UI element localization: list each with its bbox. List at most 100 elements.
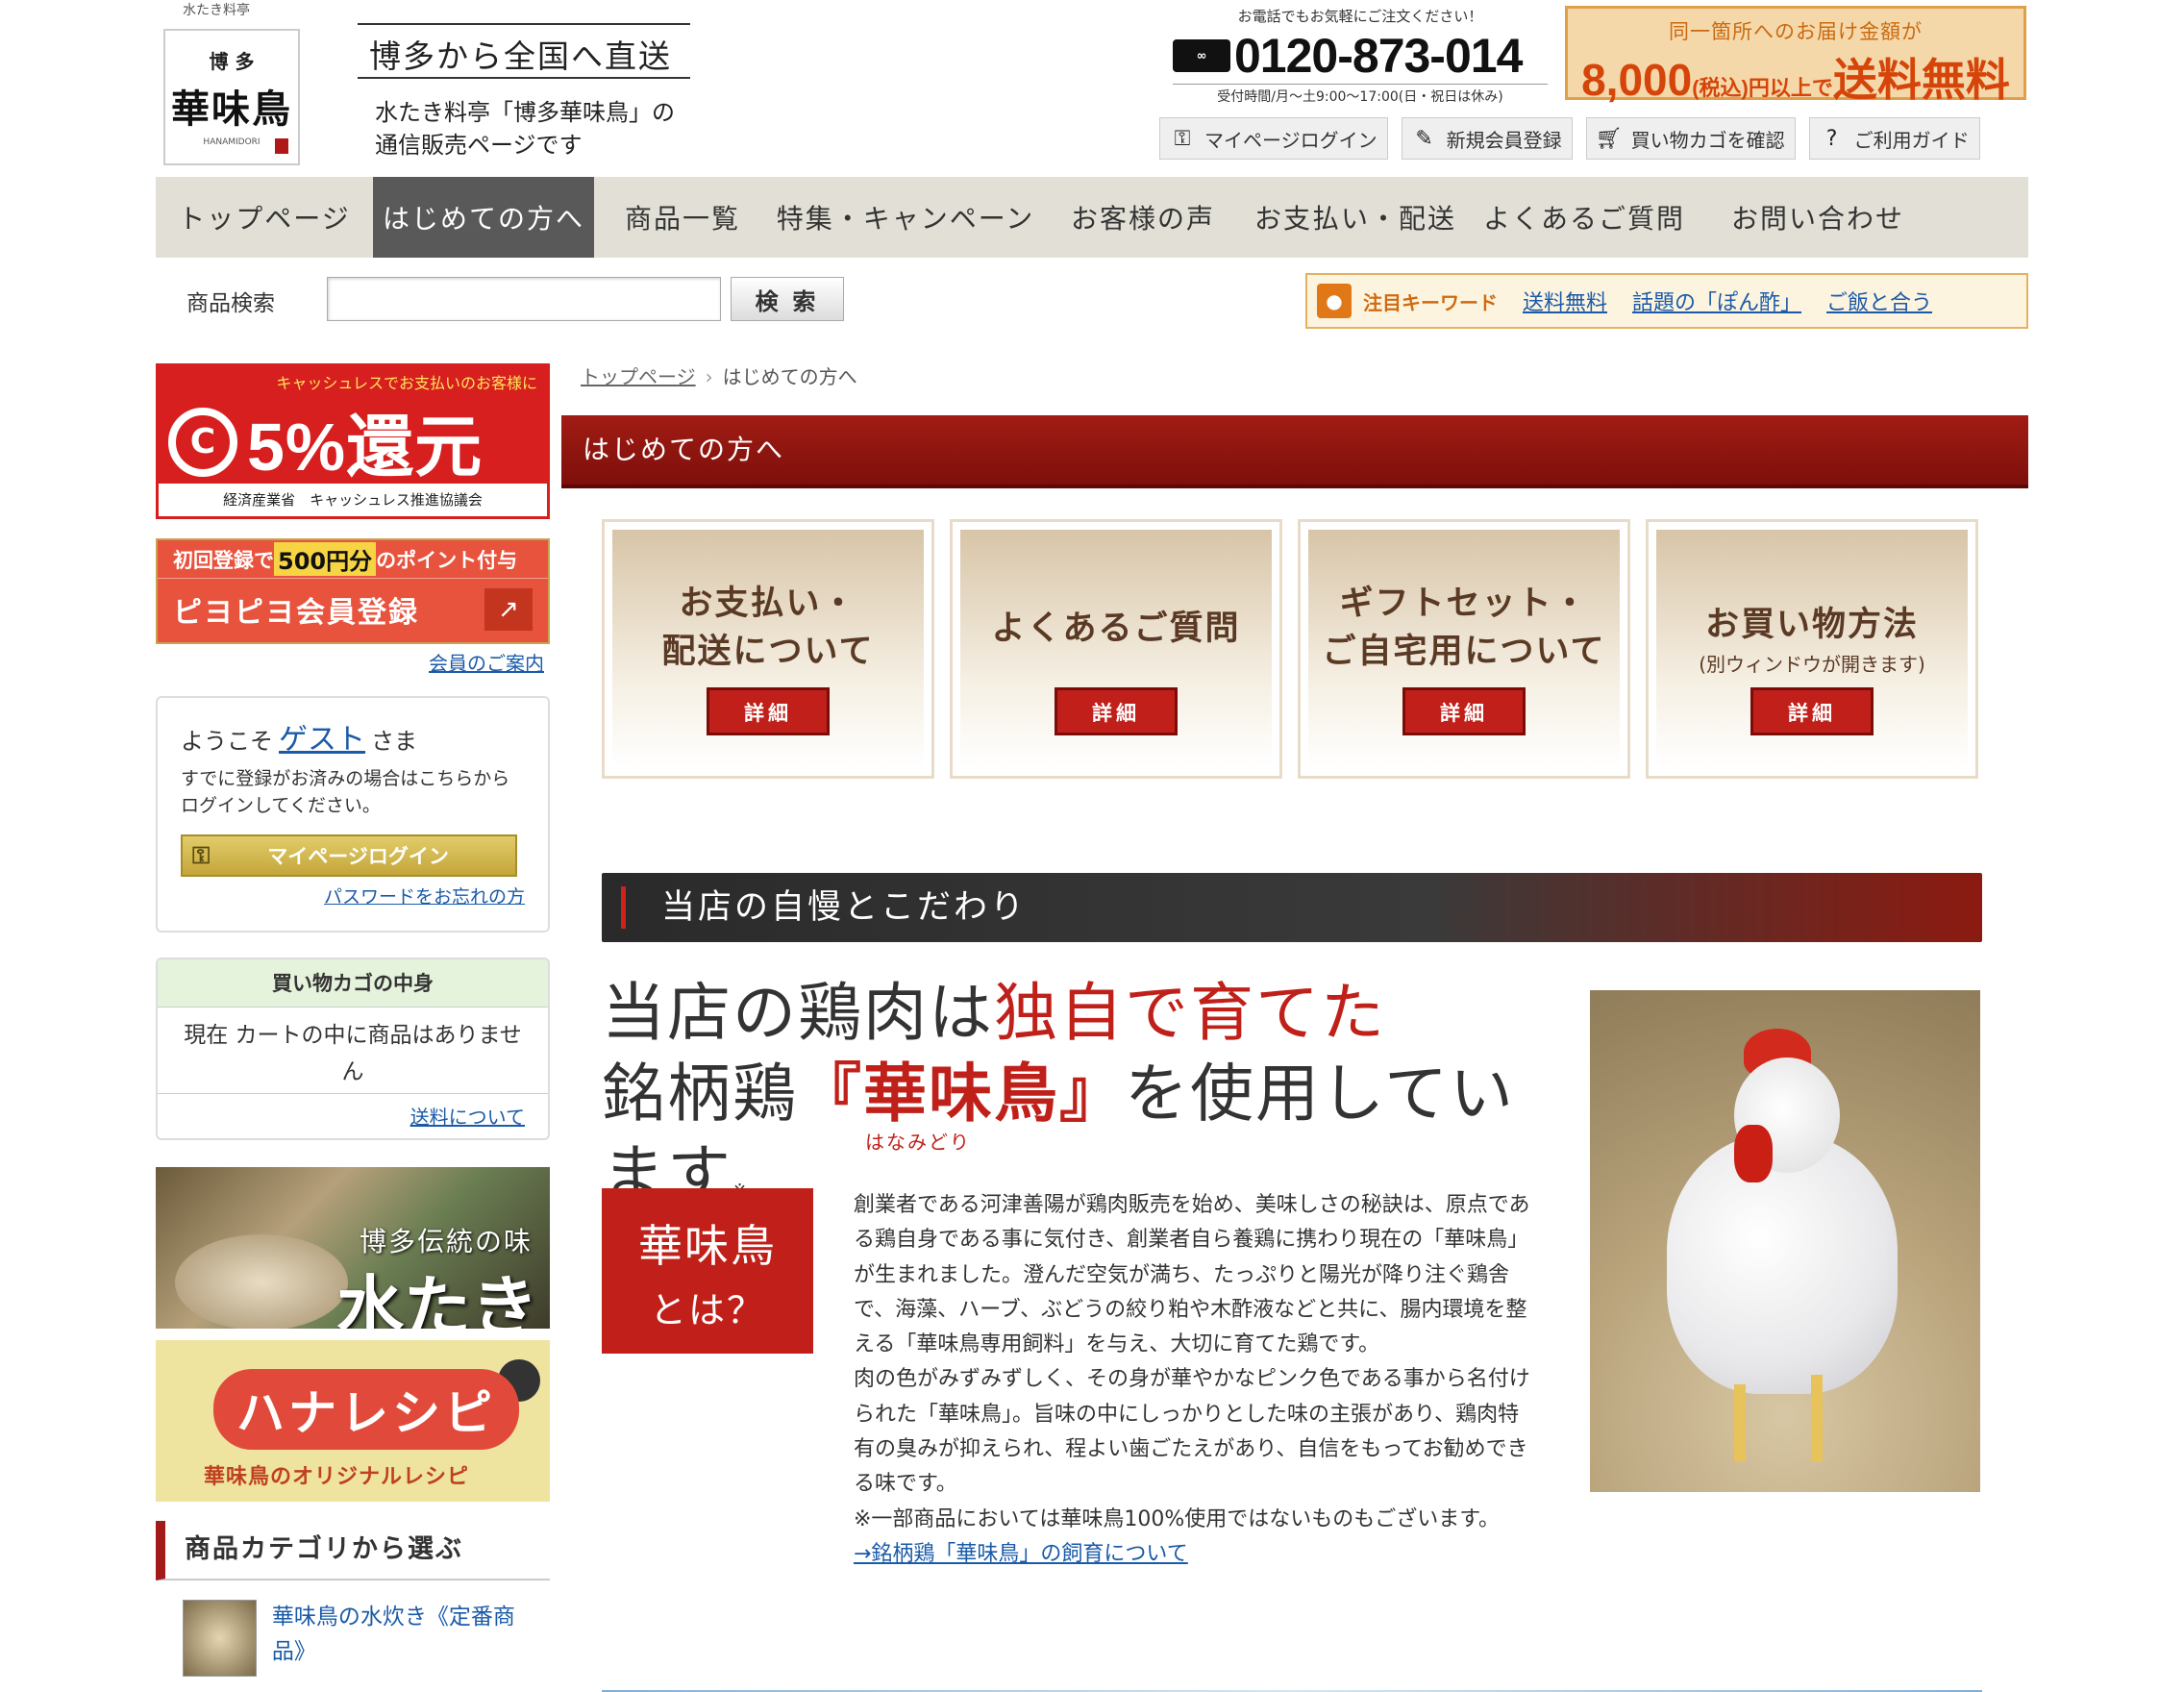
phone-block: お電話でもお気軽にご注文ください！ ∞ 0120-873-014 受付時間/月〜… bbox=[1173, 6, 1548, 105]
mizutaki-banner[interactable]: 博多伝統の味 水たき bbox=[156, 1167, 550, 1329]
recipe-banner[interactable]: ハナレシピ 華味鳥のオリジナルレシピ bbox=[156, 1340, 550, 1502]
category-item[interactable]: 華味鳥の水炊き《定番商品》 bbox=[183, 1600, 548, 1677]
intro-paragraph-2: 肉の色がみずみずしく、その身が華やかなピンク色である事から名付けられた「華味鳥」… bbox=[854, 1367, 1530, 1497]
nav-top[interactable]: トップページ bbox=[156, 177, 373, 258]
nav-first-time[interactable]: はじめての方へ bbox=[373, 177, 594, 258]
keyword-link-free-shipping[interactable]: 送料無料 bbox=[1523, 286, 1607, 316]
mypage-login-button[interactable]: ⚿ マイページログイン bbox=[181, 834, 517, 877]
search-button[interactable]: 検 索 bbox=[731, 277, 844, 321]
card-title-line1: お支払い・ bbox=[679, 585, 857, 623]
keyword-box: ● 注目キーワード 送料無料 話題の「ぽん酢」 ご飯と合う bbox=[1305, 273, 2028, 329]
detail-button[interactable]: 詳細 bbox=[1750, 687, 1874, 735]
card-title-line2: ご自宅用について bbox=[1322, 633, 1606, 671]
category-thumbnail bbox=[183, 1600, 257, 1677]
catch-title: 博多から全国へ直送 bbox=[358, 23, 690, 79]
cart-icon: 🛒︎ bbox=[1595, 126, 1623, 151]
member-register-banner[interactable]: 初回登録で 500円分 のポイント付与 ピヨピヨ会員登録 ↗ bbox=[156, 538, 550, 644]
card-title-line1: お買い物方法 bbox=[1704, 606, 1919, 644]
member-offer-suffix: のポイント付与 bbox=[376, 548, 518, 572]
free-shipping-label: 送料無料 bbox=[1832, 55, 2010, 105]
breadcrumb: トップページ › はじめての方へ bbox=[581, 361, 857, 389]
free-shipping-tax: (税込) bbox=[1692, 76, 1749, 100]
detail-button[interactable]: 詳細 bbox=[1402, 687, 1526, 735]
free-dial-icon: ∞ bbox=[1173, 39, 1230, 72]
phone-number[interactable]: 0120-873-014 bbox=[1234, 28, 1523, 84]
cart-box: 買い物カゴの中身 現在 カートの中に商品はありません 送料について bbox=[156, 958, 550, 1140]
member-guide-link[interactable]: 会員のご案内 bbox=[429, 648, 544, 676]
logo-caption: 水たき料亭 bbox=[183, 3, 250, 18]
section-marker bbox=[621, 886, 626, 929]
detail-button[interactable]: 詳細 bbox=[707, 687, 830, 735]
logo-name: 華味鳥 bbox=[171, 87, 292, 132]
card-faq[interactable]: よくあるご質問 詳細 bbox=[950, 519, 1282, 779]
nav-voices[interactable]: お客様の声 bbox=[1040, 177, 1246, 258]
card-gift-home[interactable]: ギフトセット・ ご自宅用について 詳細 bbox=[1298, 519, 1630, 779]
detail-button[interactable]: 詳細 bbox=[1055, 687, 1178, 735]
nav-contact[interactable]: お問い合わせ bbox=[1703, 177, 1932, 258]
recipe-title: ハナレシピ bbox=[213, 1369, 519, 1450]
card-title-line2: 配送について bbox=[661, 633, 875, 671]
search-input[interactable] bbox=[327, 277, 721, 321]
breadcrumb-top[interactable]: トップページ bbox=[581, 365, 696, 388]
headline-text: 当店の鶏肉は bbox=[602, 976, 994, 1050]
catch-description: 水たき料亭「博多華味鳥」の通信販売ページです bbox=[375, 99, 675, 159]
keyword-link-ponzu[interactable]: 話題の「ぽん酢」 bbox=[1632, 286, 1801, 316]
what-subtitle: とは？ bbox=[649, 1289, 765, 1331]
question-icon: ? bbox=[1825, 126, 1838, 151]
forgot-password-link[interactable]: パスワードをお忘れの方 bbox=[181, 883, 525, 908]
global-nav: トップページ はじめての方へ 商品一覧 特集・キャンペーン お客様の声 お支払い… bbox=[156, 177, 2028, 258]
category-heading: 商品カテゴリから選ぶ bbox=[156, 1521, 550, 1580]
utility-nav: ⚿ マイページログイン ✎ 新規会員登録 🛒︎ 買い物カゴを確認 ? ご利用ガイド bbox=[1159, 117, 1980, 160]
keyword-link-rice[interactable]: ご飯と合う bbox=[1826, 286, 1932, 316]
cashless-rate: 5%還元 bbox=[247, 410, 484, 485]
phone-note: お電話でもお気軽にご注文ください！ bbox=[1237, 8, 1483, 25]
util-label: 新規会員登録 bbox=[1446, 128, 1562, 152]
free-shipping-amount: 8,000(税込)円以上で送料無料 bbox=[1568, 45, 2023, 109]
intro-paragraph-1: 創業者である河津善陽が鶏肉販売を始め、美味しさの秘訣は、原点である鶏自身である事… bbox=[854, 1193, 1530, 1357]
util-label: ご利用ガイド bbox=[1853, 128, 1970, 152]
view-cart-link[interactable]: 🛒︎ 買い物カゴを確認 bbox=[1585, 117, 1796, 160]
guide-link[interactable]: ? ご利用ガイド bbox=[1808, 117, 1980, 160]
chicken-leg bbox=[1811, 1375, 1823, 1461]
site-logo[interactable]: 博 多 華味鳥 HANAMIDORI bbox=[163, 29, 300, 165]
nav-products[interactable]: 商品一覧 bbox=[594, 177, 771, 258]
card-subtitle: (別ウィンドウが開きます) bbox=[1699, 653, 1925, 676]
nav-payment[interactable]: お支払い・配送 bbox=[1246, 177, 1465, 258]
mizutaki-title: 水たき bbox=[336, 1267, 538, 1329]
breadcrumb-separator: › bbox=[705, 365, 713, 388]
logo-sub: 博 多 bbox=[209, 50, 255, 73]
card-shopping-method[interactable]: お買い物方法 (別ウィンドウが開きます) 詳細 bbox=[1646, 519, 1978, 779]
headline-text: 銘柄鶏 bbox=[602, 1057, 798, 1131]
card-payment-delivery[interactable]: お支払い・ 配送について 詳細 bbox=[602, 519, 934, 779]
mypage-login-link[interactable]: ⚿ マイページログイン bbox=[1159, 117, 1388, 160]
register-link[interactable]: ✎ 新規会員登録 bbox=[1401, 117, 1573, 160]
card-title-line1: よくあるご質問 bbox=[991, 610, 1241, 648]
breeding-info-link[interactable]: →銘柄鶏「華味鳥」の飼育について bbox=[854, 1542, 1188, 1566]
pen-icon: ✎ bbox=[1415, 126, 1433, 151]
nav-faq[interactable]: よくあるご質問 bbox=[1465, 177, 1703, 258]
free-shipping-value: 8,000 bbox=[1581, 55, 1693, 105]
nav-campaign[interactable]: 特集・キャンペーン bbox=[771, 177, 1040, 258]
recipe-subtitle: 華味鳥のオリジナルレシピ bbox=[204, 1465, 470, 1489]
welcome-line: ようこそ ゲスト さま bbox=[181, 715, 525, 758]
headline-emphasis: 独自で育てた bbox=[994, 976, 1386, 1050]
chicken-body bbox=[1667, 1134, 1898, 1394]
keyword-label: 注目キーワード bbox=[1363, 290, 1498, 314]
section-title: 当店の自慢とこだわり bbox=[661, 888, 1028, 927]
welcome-message: すでに登録がお済みの場合はこちらからログインしてください。 bbox=[181, 768, 510, 816]
cashless-banner[interactable]: キャッシュレスでお支払いのお客様に C 5%還元 経済産業省 キャッシュレス推進… bbox=[156, 363, 550, 519]
chicken-leg bbox=[1734, 1384, 1746, 1461]
intro-note: ※一部商品においては華味鳥100%使用ではないものもございます。 bbox=[854, 1506, 1501, 1531]
member-offer: 初回登録で 500円分 のポイント付与 bbox=[158, 540, 548, 579]
breadcrumb-current: はじめての方へ bbox=[722, 365, 857, 388]
headline-ruby: はなみどり bbox=[865, 1131, 971, 1154]
what-is-hanamidori: 華味鳥 とは？ bbox=[602, 1188, 813, 1354]
external-link-icon: ↗ bbox=[484, 588, 533, 631]
cashless-bottom: 経済産業省 キャッシュレス推進協議会 bbox=[159, 484, 547, 516]
free-shipping-banner[interactable]: 同一箇所へのお届け金額が 8,000(税込)円以上で送料無料 bbox=[1565, 6, 2026, 105]
util-label: 買い物カゴを確認 bbox=[1630, 128, 1785, 152]
category-item-label[interactable]: 華味鳥の水炊き《定番商品》 bbox=[272, 1600, 548, 1677]
guest-link[interactable]: ゲスト bbox=[279, 723, 365, 757]
shipping-info-link[interactable]: 送料について bbox=[158, 1094, 548, 1137]
hotpot-image bbox=[175, 1234, 348, 1329]
